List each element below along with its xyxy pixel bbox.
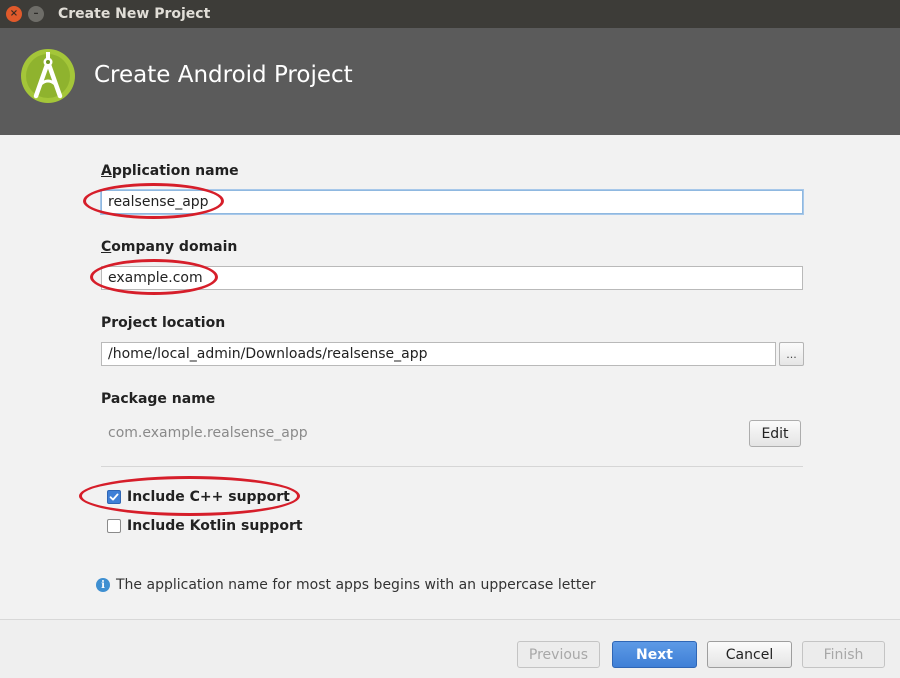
browse-location-button[interactable]: ... [779, 342, 804, 366]
info-message: i The application name for most apps beg… [96, 577, 596, 593]
wizard-footer: Previous Next Cancel Finish [0, 619, 900, 678]
cancel-button[interactable]: Cancel [707, 641, 792, 668]
window-titlebar: × – Create New Project [0, 0, 900, 28]
window-close-button[interactable]: × [6, 6, 22, 22]
application-name-input[interactable]: realsense_app [101, 190, 803, 214]
kotlin-support-checkbox[interactable] [107, 519, 121, 533]
edit-package-button[interactable]: Edit [749, 420, 801, 447]
wizard-header: Create Android Project [0, 28, 900, 135]
page-title: Create Android Project [94, 62, 353, 88]
cpp-support-label: Include C++ support [127, 489, 290, 505]
finish-button[interactable]: Finish [802, 641, 885, 668]
window-minimize-button[interactable]: – [28, 6, 44, 22]
close-icon: × [9, 8, 19, 19]
previous-button[interactable]: Previous [517, 641, 600, 668]
cpp-support-checkbox[interactable] [107, 490, 121, 504]
cpp-support-checkbox-row[interactable]: Include C++ support [107, 489, 290, 505]
package-name-value: com.example.realsense_app [108, 425, 308, 441]
info-icon: i [96, 578, 110, 592]
project-location-label: Project location [101, 315, 226, 331]
project-location-input[interactable]: /home/local_admin/Downloads/realsense_ap… [101, 342, 776, 366]
kotlin-support-checkbox-row[interactable]: Include Kotlin support [107, 518, 303, 534]
wizard-content: Application name realsense_app Company d… [0, 135, 900, 619]
android-studio-logo-icon [21, 49, 75, 103]
minimize-icon: – [33, 8, 39, 19]
company-domain-input[interactable]: example.com [101, 266, 803, 290]
application-name-label: Application name [101, 163, 239, 179]
window-title: Create New Project [58, 6, 211, 22]
checkmark-icon [109, 493, 119, 501]
separator [101, 466, 803, 467]
next-button[interactable]: Next [612, 641, 697, 668]
package-name-label: Package name [101, 391, 216, 407]
info-text: The application name for most apps begin… [116, 577, 596, 593]
company-domain-label: Company domain [101, 239, 238, 255]
kotlin-support-label: Include Kotlin support [127, 518, 303, 534]
